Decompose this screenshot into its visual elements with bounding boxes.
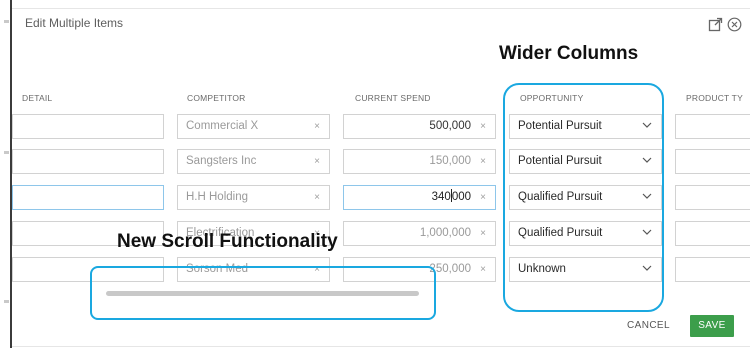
column-header-competitor: COMPETITOR [187, 93, 246, 103]
product-type-input[interactable] [675, 114, 750, 139]
window-border [10, 0, 12, 348]
edge-tick [4, 151, 9, 154]
annotation-new-scroll: New Scroll Functionality [117, 231, 338, 252]
annotation-wider-columns: Wider Columns [499, 43, 639, 64]
clear-icon[interactable]: × [314, 186, 320, 209]
product-type-input[interactable] [675, 185, 750, 210]
current-spend-input[interactable]: 150,000 × [343, 149, 496, 174]
dialog-bottom-border [12, 346, 750, 347]
clear-icon[interactable]: × [480, 258, 486, 281]
spend-value: 500,000 [429, 120, 471, 132]
save-button[interactable]: SAVE [690, 315, 734, 337]
column-header-detail: DETAIL [22, 93, 53, 103]
competitor-value: H.H Holding [186, 191, 248, 203]
highlight-opportunity-column [503, 83, 664, 312]
edge-tick [4, 300, 9, 303]
clear-icon[interactable]: × [480, 222, 486, 245]
current-spend-input[interactable]: 1,000,000 × [343, 221, 496, 246]
spend-value: 1,000,000 [419, 227, 471, 239]
clear-icon[interactable]: × [480, 150, 486, 173]
competitor-input[interactable]: H.H Holding × [177, 185, 330, 210]
competitor-value: Sangsters Inc [186, 155, 257, 167]
window-edge [0, 0, 10, 348]
column-header-current-spend: CURRENT SPEND [355, 93, 431, 103]
spend-value-end: 000 [451, 191, 471, 203]
close-icon[interactable] [727, 17, 742, 32]
product-type-input[interactable] [675, 257, 750, 282]
spend-value: 340000 [432, 186, 471, 209]
competitor-input[interactable]: Commercial X × [177, 114, 330, 139]
current-spend-input[interactable]: 340000 × [343, 185, 496, 210]
spend-value-start: 340 [431, 191, 451, 203]
clear-icon[interactable]: × [480, 186, 486, 209]
popout-icon[interactable] [708, 17, 723, 32]
spend-value: 150,000 [429, 155, 471, 167]
clear-icon[interactable]: × [314, 115, 320, 138]
dialog-top-border [12, 8, 750, 9]
product-type-input[interactable] [675, 221, 750, 246]
competitor-input[interactable]: Sangsters Inc × [177, 149, 330, 174]
detail-input[interactable] [12, 149, 164, 174]
detail-input[interactable] [12, 114, 164, 139]
competitor-value: Commercial X [186, 120, 259, 132]
highlight-scrollbar [90, 266, 436, 320]
detail-input[interactable] [12, 185, 164, 210]
edge-tick [4, 20, 9, 23]
column-header-product-type: PRODUCT TY [686, 93, 743, 103]
current-spend-input[interactable]: 500,000 × [343, 114, 496, 139]
product-type-input[interactable] [675, 149, 750, 174]
dialog-title: Edit Multiple Items [25, 16, 124, 30]
cancel-button[interactable]: CANCEL [627, 320, 670, 331]
clear-icon[interactable]: × [314, 150, 320, 173]
clear-icon[interactable]: × [480, 115, 486, 138]
